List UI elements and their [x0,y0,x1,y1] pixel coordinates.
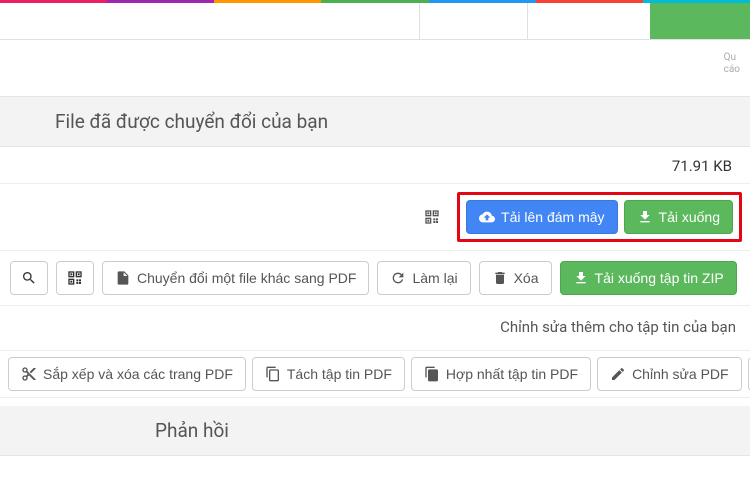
qr-icon [424,209,440,225]
trash-icon [492,270,508,286]
convert-another-button[interactable]: Chuyển đổi một file khác sang PDF [102,261,369,295]
redo-button[interactable]: Làm lại [377,261,470,295]
toolbar-row: Chuyển đổi một file khác sang PDF Làm lạ… [0,251,750,306]
merge-pdf-button[interactable]: Hợp nhất tập tin PDF [411,357,591,391]
ad-label: Qu cáo [724,52,740,76]
primary-action-row: Tải lên đám mây Tải xuống [0,184,750,251]
sort-delete-label: Sắp xếp và xóa các trang PDF [43,366,233,382]
qr-code-button[interactable] [415,200,449,234]
sort-delete-pages-button[interactable]: Sắp xếp và xóa các trang PDF [8,357,246,391]
download-label: Tải xuống [659,209,720,225]
split-icon [265,366,281,382]
download-icon [637,209,653,225]
file-size: 71.91 KB [0,147,750,184]
upload-cloud-label: Tải lên đám mây [501,209,604,225]
qr-code-toolbar-button[interactable] [56,261,94,295]
qr-icon [67,270,83,286]
search-icon [21,270,37,286]
page-title: File đã được chuyển đổi của bạn [0,96,750,147]
download-icon [573,270,589,286]
download-button[interactable]: Tải xuống [624,200,733,234]
edit-pdf-button[interactable]: Chỉnh sửa PDF [597,357,742,391]
scissors-icon [21,366,37,382]
edit-icon [610,366,626,382]
edit-tools-row: Sắp xếp và xóa các trang PDF Tách tập ti… [0,350,750,398]
search-button[interactable] [10,261,48,295]
redo-icon [390,270,406,286]
edit-subtext: Chỉnh sửa thêm cho tập tin của bạn [0,306,750,350]
top-nav-row [0,3,750,40]
convert-another-label: Chuyển đổi một file khác sang PDF [137,270,356,286]
highlighted-actions: Tải lên đám mây Tải xuống [457,192,742,242]
top-green-button-edge[interactable] [650,3,750,39]
download-zip-label: Tải xuống tập tin ZIP [595,270,724,286]
download-zip-button[interactable]: Tải xuống tập tin ZIP [560,261,737,295]
merge-icon [424,366,440,382]
delete-button[interactable]: Xóa [479,261,552,295]
redo-label: Làm lại [412,270,457,286]
cloud-upload-icon [479,209,495,225]
upload-cloud-button[interactable]: Tải lên đám mây [466,200,617,234]
split-pdf-button[interactable]: Tách tập tin PDF [252,357,405,391]
delete-label: Xóa [514,270,539,286]
split-label: Tách tập tin PDF [287,366,392,382]
merge-label: Hợp nhất tập tin PDF [446,366,578,382]
feedback-title: Phản hồi [0,406,750,456]
file-icon [115,270,131,286]
edit-label: Chỉnh sửa PDF [632,366,729,382]
